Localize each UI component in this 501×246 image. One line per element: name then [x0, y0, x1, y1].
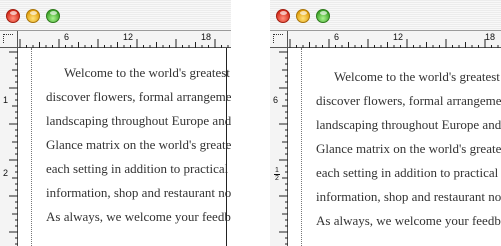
text-line: discover flowers, formal arrangement — [46, 89, 231, 104]
ruler-label: 18 — [485, 32, 496, 42]
document-window-left: 6 12 18 1 2 Welcome to the world's great… — [0, 0, 231, 246]
close-button[interactable] — [276, 9, 290, 23]
text-line: discover flowers, formal arrangement — [316, 93, 501, 108]
ruler-label: 2 — [3, 168, 9, 178]
document-window-right: 6 12 18 6 1 2 Welcome to the world's gre… — [270, 0, 501, 246]
ruler-ticks — [289, 39, 499, 48]
minimize-button[interactable] — [26, 9, 40, 23]
ruler-label: 1 — [275, 167, 279, 174]
zoom-button[interactable] — [46, 9, 60, 23]
document-page[interactable]: Welcome to the world's greatest liv disc… — [288, 48, 501, 246]
text-line: Welcome to the world's greatest liv — [64, 65, 231, 80]
ruler-label: 12 — [393, 32, 404, 42]
text-line: information, shop and restaurant not — [316, 189, 501, 204]
minimize-button[interactable] — [296, 9, 310, 23]
close-button[interactable] — [6, 9, 20, 23]
ruler-label: 6 — [273, 95, 279, 105]
text-line: As always, we welcome your feedback — [316, 213, 501, 228]
ruler-label-fraction: 1 2 — [273, 167, 281, 182]
vertical-ruler[interactable]: 1 2 — [0, 48, 18, 246]
title-bar[interactable] — [0, 0, 231, 31]
text-line: Glance matrix on the world's greatest — [46, 137, 231, 152]
horizontal-ruler[interactable]: 6 12 18 — [270, 31, 501, 48]
text-line: Welcome to the world's greatest liv — [334, 69, 501, 84]
ruler-label: 18 — [201, 32, 212, 42]
text-line: landscaping throughout Europe and t — [316, 117, 501, 132]
ruler-ticks — [19, 39, 229, 48]
text-line: each setting in addition to practical in — [316, 165, 501, 180]
ruler-label: 1 — [3, 95, 9, 105]
text-line: landscaping throughout Europe and t — [46, 113, 231, 128]
zoom-button[interactable] — [316, 9, 330, 23]
ruler-label: 12 — [123, 32, 134, 42]
document-page[interactable]: Welcome to the world's greatest liv disc… — [18, 48, 231, 246]
vertical-ruler[interactable]: 6 1 2 — [270, 48, 288, 246]
ruler-origin[interactable] — [270, 31, 288, 48]
horizontal-ruler[interactable]: 6 12 18 — [0, 31, 231, 48]
ruler-ticks — [9, 51, 18, 245]
text-line: each setting in addition to practical in — [46, 161, 231, 176]
ruler-ticks — [279, 51, 288, 245]
text-frame[interactable]: Welcome to the world's greatest liv disc… — [288, 48, 501, 246]
text-frame-edge — [226, 48, 227, 246]
text-line: information, shop and restaurant not — [46, 185, 231, 200]
ruler-origin[interactable] — [0, 31, 18, 48]
text-frame[interactable]: Welcome to the world's greatest liv disc… — [18, 48, 231, 246]
title-bar[interactable] — [270, 0, 501, 31]
text-line: As always, we welcome your feedback — [46, 209, 231, 224]
ruler-label: 2 — [275, 175, 279, 182]
ruler-label: 6 — [64, 32, 70, 42]
text-line: Glance matrix on the world's greatest — [316, 141, 501, 156]
ruler-label: 6 — [334, 32, 340, 42]
